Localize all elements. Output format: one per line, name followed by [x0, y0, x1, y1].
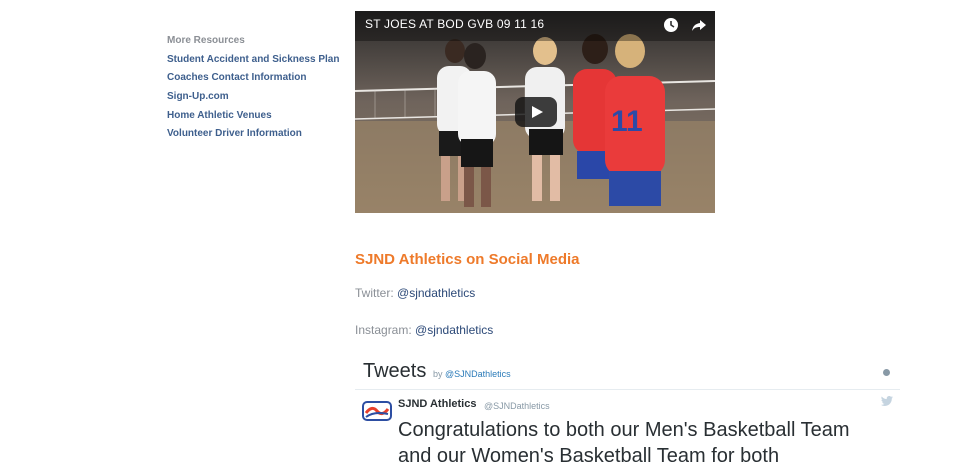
sidebar-link-home-venues[interactable]: Home Athletic Venues — [167, 110, 272, 121]
jersey-number: 11 — [611, 105, 643, 138]
tweets-by: by @SJNDathletics — [433, 369, 511, 379]
twitter-label: Twitter: — [355, 286, 398, 300]
sidebar-link-accident-plan[interactable]: Student Accident and Sickness Plan — [167, 54, 339, 65]
tweet-author-handle[interactable]: @SJNDathletics — [484, 401, 550, 411]
tweet-author-name[interactable]: SJND Athletics — [398, 398, 476, 410]
instagram-label: Instagram: — [355, 323, 416, 337]
video-title[interactable]: ST JOES AT BOD GVB 09 11 16 — [365, 17, 544, 31]
sidebar-link-sign-up[interactable]: Sign-Up.com — [167, 91, 229, 102]
twitter-timeline-widget: Tweets by @SJNDathletics SJND Athletics … — [355, 355, 900, 467]
tweets-header: Tweets by @SJNDathletics — [355, 355, 900, 390]
tweets-title: Tweets — [363, 360, 427, 382]
sidebar-heading: More Resources — [167, 35, 245, 46]
info-icon[interactable] — [883, 369, 890, 376]
social-media-heading: SJND Athletics on Social Media — [355, 251, 580, 268]
sidebar-link-volunteer-driver[interactable]: Volunteer Driver Information — [167, 128, 302, 139]
play-button[interactable] — [515, 97, 557, 127]
share-icon[interactable] — [691, 17, 707, 33]
tweet-text: Congratulations to both our Men's Basket… — [398, 419, 850, 467]
twitter-row: Twitter: @sjndathletics — [355, 286, 475, 300]
instagram-handle-link[interactable]: @sjndathletics — [415, 323, 493, 337]
video-player[interactable]: 11 ST JOES AT BOD GVB 09 11 16 — [355, 11, 715, 213]
sidebar-link-coaches-contact[interactable]: Coaches Contact Information — [167, 72, 306, 83]
tweets-by-label: by — [433, 369, 443, 379]
twitter-bird-icon[interactable] — [881, 396, 893, 406]
watch-later-icon[interactable] — [663, 17, 679, 33]
video-controls — [663, 17, 707, 33]
instagram-row: Instagram: @sjndathletics — [355, 323, 493, 337]
sjnd-logo-avatar[interactable] — [362, 399, 392, 423]
twitter-handle-link[interactable]: @sjndathletics — [397, 286, 475, 300]
tweets-by-handle-link[interactable]: @SJNDathletics — [445, 369, 511, 379]
